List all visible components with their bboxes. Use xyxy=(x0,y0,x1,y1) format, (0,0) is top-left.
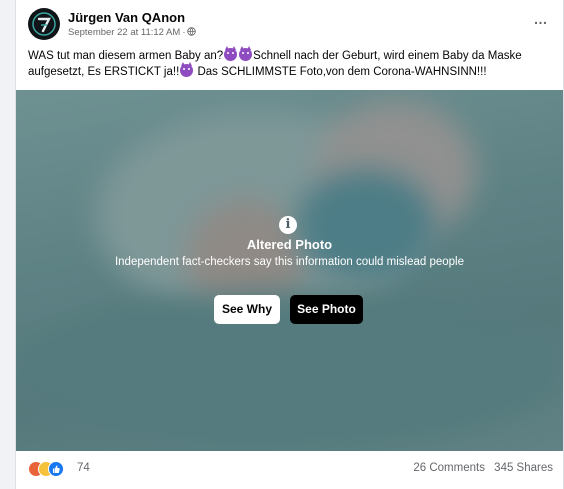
devil-emoji-icon xyxy=(180,62,194,77)
reaction-count[interactable]: 74 xyxy=(77,462,90,474)
meta-separator: · xyxy=(182,27,186,38)
like-icon xyxy=(48,461,64,477)
globe-icon xyxy=(187,27,197,36)
fact-check-title: Altered Photo xyxy=(246,237,333,252)
post-meta: September 22 at 11:12 AM · xyxy=(68,27,197,38)
post-text-part-1: WAS tut man diesem armen Baby an? xyxy=(28,50,224,62)
see-why-button[interactable]: See Why xyxy=(214,295,280,324)
thumbs-up-icon xyxy=(53,465,60,473)
fact-check-subtitle: Independent fact-checkers say this infor… xyxy=(114,256,465,268)
post-footer: 74 26 Comments 345 Shares xyxy=(28,458,553,480)
engagement-stats: 26 Comments 345 Shares xyxy=(413,462,553,474)
reaction-icons[interactable] xyxy=(28,461,74,477)
devil-emoji-icon xyxy=(239,46,253,61)
post-card: Jürgen Van QAnon September 22 at 11:12 A… xyxy=(15,0,564,489)
more-options-icon[interactable]: … xyxy=(531,12,551,30)
shares-count[interactable]: 345 Shares xyxy=(494,462,553,474)
post-header: Jürgen Van QAnon September 22 at 11:12 A… xyxy=(28,8,553,40)
avatar-logo-icon xyxy=(32,12,56,36)
post-timestamp[interactable]: September 22 at 11:12 AM xyxy=(68,27,180,38)
avatar[interactable] xyxy=(28,8,60,40)
post-text: WAS tut man diesem armen Baby an? Schnell… xyxy=(28,46,553,80)
devil-emoji-icon xyxy=(224,46,238,61)
fact-check-overlay xyxy=(16,90,563,451)
blurred-post-image[interactable]: i Altered Photo Independent fact-checker… xyxy=(16,90,563,451)
info-icon: i xyxy=(279,216,297,234)
author-name[interactable]: Jürgen Van QAnon xyxy=(68,10,185,25)
comments-count[interactable]: 26 Comments xyxy=(413,462,485,474)
see-photo-button[interactable]: See Photo xyxy=(290,295,363,324)
post-text-part-3: Das SCHLIMMSTE Foto,von dem Corona-WAHNS… xyxy=(194,66,487,78)
